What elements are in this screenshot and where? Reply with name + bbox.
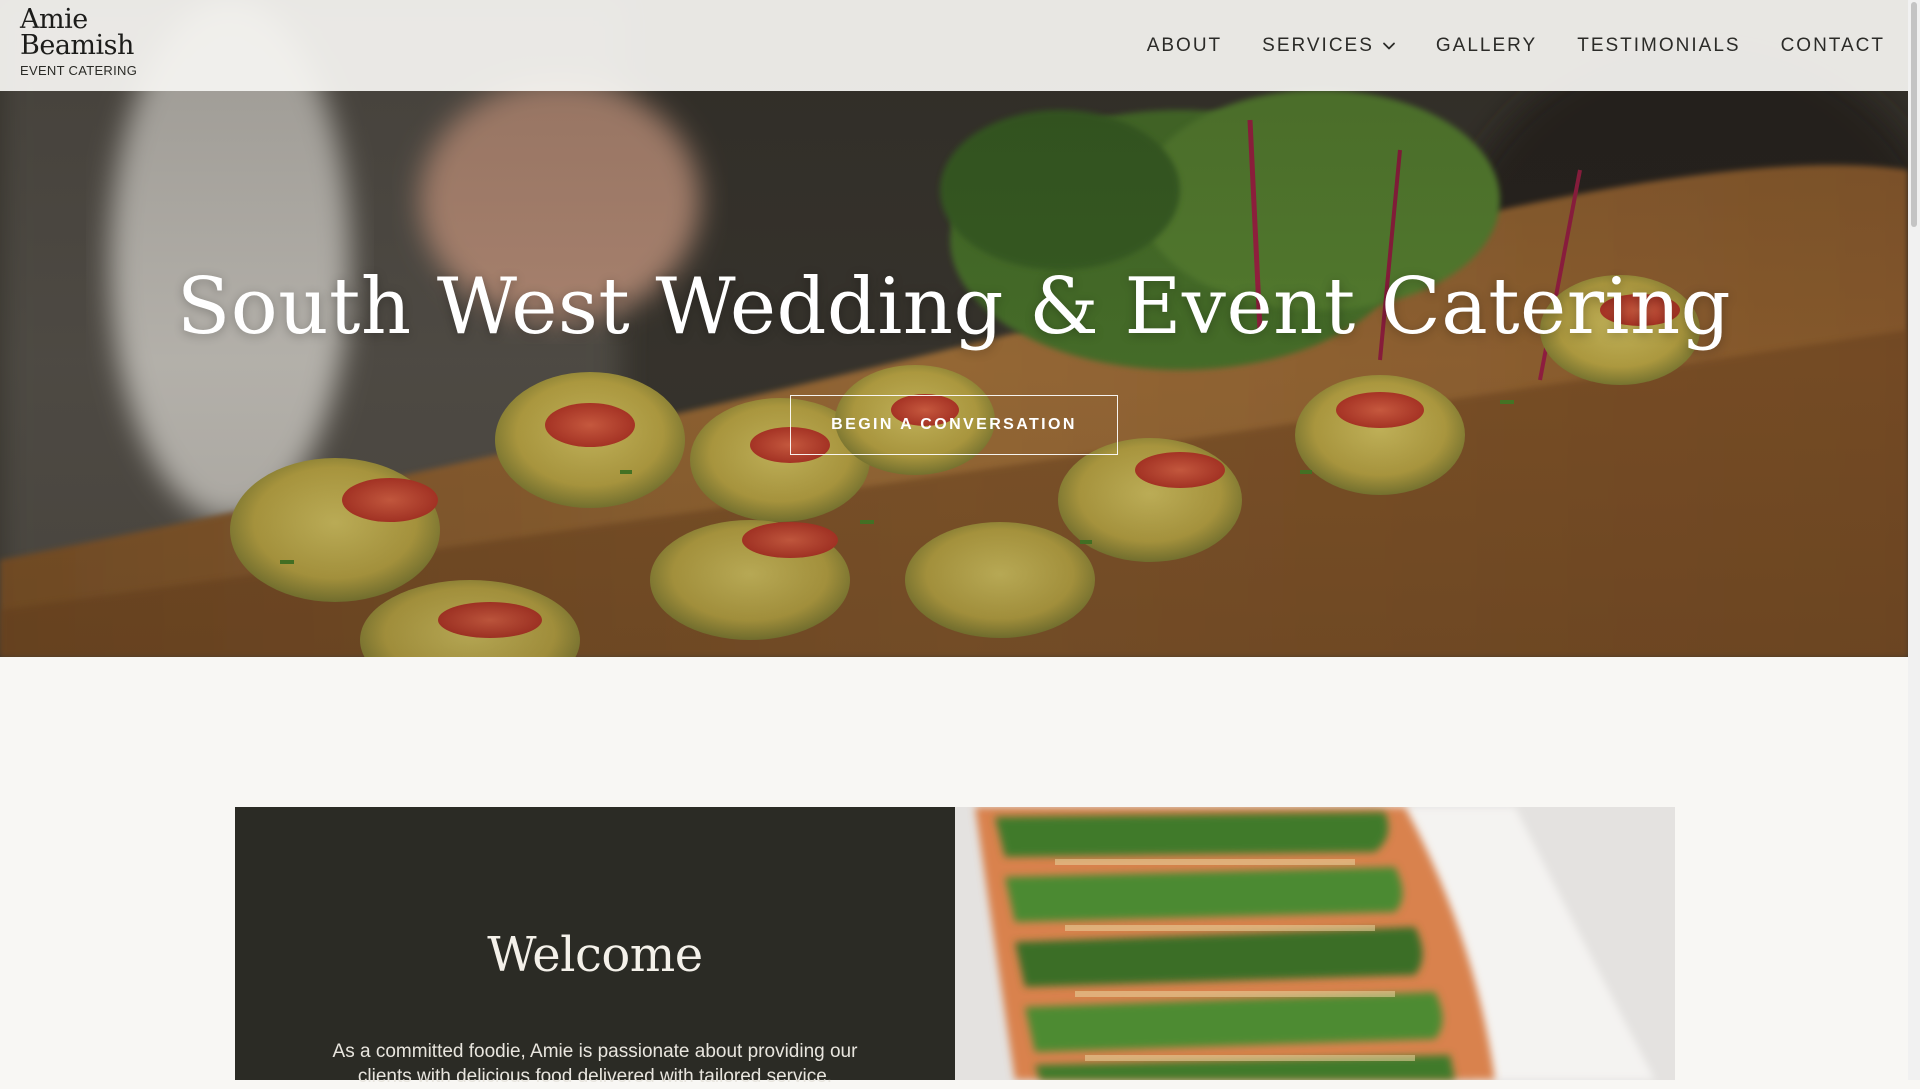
nav-item-services[interactable]: SERVICES <box>1262 35 1396 57</box>
nav-item-contact[interactable]: CONTACT <box>1781 35 1885 57</box>
welcome-heading: Welcome <box>487 927 703 983</box>
nav-item-label: SERVICES <box>1262 34 1374 56</box>
hero-title: South West Wedding & Event Catering <box>176 262 1732 352</box>
nav-item-gallery[interactable]: GALLERY <box>1436 35 1537 57</box>
hero-section: South West Wedding & Event Catering BEGI… <box>0 0 1908 657</box>
welcome-panel: Welcome As a committed foodie, Amie is p… <box>235 807 955 1087</box>
logo-name-line2: Beamish <box>20 30 134 61</box>
main-nav: ABOUT SERVICES GALLERY TESTIMONIALS CONT… <box>1147 0 1885 91</box>
nav-item-label: ABOUT <box>1146 34 1223 56</box>
begin-conversation-button[interactable]: BEGIN A CONVERSATION <box>790 395 1118 455</box>
logo[interactable]: Amie Beamish EVENT CATERING <box>20 6 138 78</box>
nav-item-testimonials[interactable]: TESTIMONIALS <box>1577 35 1740 57</box>
logo-tagline: EVENT CATERING <box>20 63 138 78</box>
nav-item-label: TESTIMONIALS <box>1577 34 1741 56</box>
welcome-image <box>955 807 1675 1080</box>
nav-item-label: GALLERY <box>1435 34 1538 56</box>
welcome-section: Welcome As a committed foodie, Amie is p… <box>235 807 1675 1087</box>
chevron-down-icon <box>1383 42 1395 49</box>
nav-item-about[interactable]: ABOUT <box>1147 35 1222 57</box>
scrollbar-thumb[interactable] <box>1911 2 1917 227</box>
welcome-text: As a committed foodie, Amie is passionat… <box>332 1041 858 1087</box>
nav-item-label: CONTACT <box>1780 34 1885 56</box>
page-scrollbar[interactable] <box>1908 0 1920 1080</box>
site-header: Amie Beamish EVENT CATERING ABOUT SERVIC… <box>0 0 1908 91</box>
salmon-terrine-image <box>955 807 1675 1080</box>
